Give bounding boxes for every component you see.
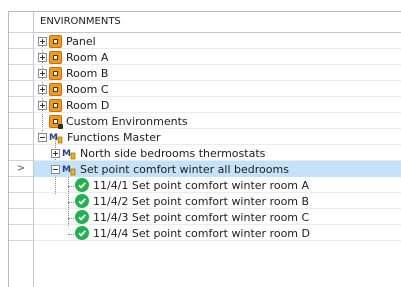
tree-row[interactable]: Room B [34, 65, 401, 81]
row-gutter: > [9, 12, 34, 287]
gutter-cell[interactable] [9, 209, 33, 225]
gutter-cell[interactable] [9, 177, 33, 193]
expand-icon[interactable] [38, 36, 47, 46]
tree-item-room-c[interactable]: Room C [62, 82, 113, 97]
gutter-cell[interactable] [9, 129, 33, 145]
check-icon [75, 194, 89, 208]
gutter-header-cell [9, 12, 33, 33]
gutter-cell[interactable] [9, 33, 33, 49]
custom-environment-icon [49, 114, 63, 129]
tree-item-room-a[interactable]: Room A [62, 50, 112, 65]
expand-icon[interactable] [38, 100, 47, 110]
tree-row-selected[interactable]: M Set point comfort winter all bedrooms [34, 161, 401, 177]
tree-item-set-point-comfort-winter-all-bedrooms[interactable]: Set point comfort winter all bedrooms [76, 162, 293, 177]
tree-row[interactable]: Room C [34, 81, 401, 97]
tree-row[interactable]: Room D [34, 97, 401, 113]
tree-item-panel[interactable]: Panel [62, 34, 100, 49]
gutter-cell-current[interactable]: > [9, 161, 33, 177]
tree-row[interactable]: 11/4/3 Set point comfort winter room C [34, 209, 401, 225]
environment-icon [49, 34, 62, 48]
tree-item-room-d[interactable]: Room D [62, 98, 113, 113]
collapse-icon[interactable] [38, 132, 47, 142]
functions-icon: M [62, 149, 76, 159]
tree-item-room-b[interactable]: Room B [62, 66, 112, 81]
gutter-cell[interactable] [9, 81, 33, 97]
tree-row[interactable]: 11/4/2 Set point comfort winter room B [34, 193, 401, 209]
collapse-icon[interactable] [51, 164, 60, 174]
tree-item-group-address[interactable]: 11/4/2 Set point comfort winter room B [89, 194, 313, 209]
current-row-marker: > [16, 163, 26, 174]
check-icon [75, 210, 89, 224]
gutter-cell[interactable] [9, 97, 33, 113]
functions-icon: M [49, 133, 63, 143]
tree-item-group-address[interactable]: 11/4/4 Set point comfort winter room D [89, 226, 314, 241]
gutter-cell[interactable] [9, 65, 33, 81]
tree-item-group-address[interactable]: 11/4/1 Set point comfort winter room A [89, 178, 313, 193]
tree-item-group-address[interactable]: 11/4/3 Set point comfort winter room C [89, 210, 313, 225]
tree-row[interactable]: Room A [34, 49, 401, 65]
gutter-cell[interactable] [9, 145, 33, 161]
tree-row[interactable]: 11/4/1 Set point comfort winter room A [34, 177, 401, 193]
tree-item-custom-environments[interactable]: Custom Environments [62, 114, 192, 129]
gutter-cell[interactable] [9, 193, 33, 209]
expand-icon[interactable] [38, 84, 47, 94]
expand-icon[interactable] [51, 148, 60, 158]
check-icon [75, 226, 89, 240]
gutter-cell[interactable] [9, 49, 33, 65]
column-header[interactable]: ENVIRONMENTS [34, 12, 401, 33]
check-icon [75, 178, 89, 192]
gutter-cell[interactable] [9, 225, 33, 241]
tree-row[interactable]: Panel [34, 33, 401, 49]
functions-icon: M [62, 165, 76, 175]
environment-icon [49, 50, 62, 64]
environment-icon [49, 98, 62, 112]
svg-text:M: M [62, 165, 71, 175]
expand-icon[interactable] [38, 52, 47, 62]
expand-icon[interactable] [38, 68, 47, 78]
environments-tree-panel: > ENVIRONMENTS Panel Room A Room B Room … [8, 11, 401, 287]
tree-row[interactable]: 11/4/4 Set point comfort winter room D [34, 225, 401, 241]
svg-text:M: M [49, 133, 58, 143]
svg-text:M: M [62, 149, 71, 159]
tree-item-north-side-bedrooms-thermostats[interactable]: North side bedrooms thermostats [76, 146, 269, 161]
tree-row[interactable]: Custom Environments [34, 113, 401, 129]
environment-icon [49, 66, 62, 80]
tree-row[interactable]: M Functions Master [34, 129, 401, 145]
gutter-cell[interactable] [9, 113, 33, 129]
environment-icon [49, 82, 62, 96]
tree-item-functions-master[interactable]: Functions Master [63, 130, 165, 145]
tree-row[interactable]: M North side bedrooms thermostats [34, 145, 401, 161]
